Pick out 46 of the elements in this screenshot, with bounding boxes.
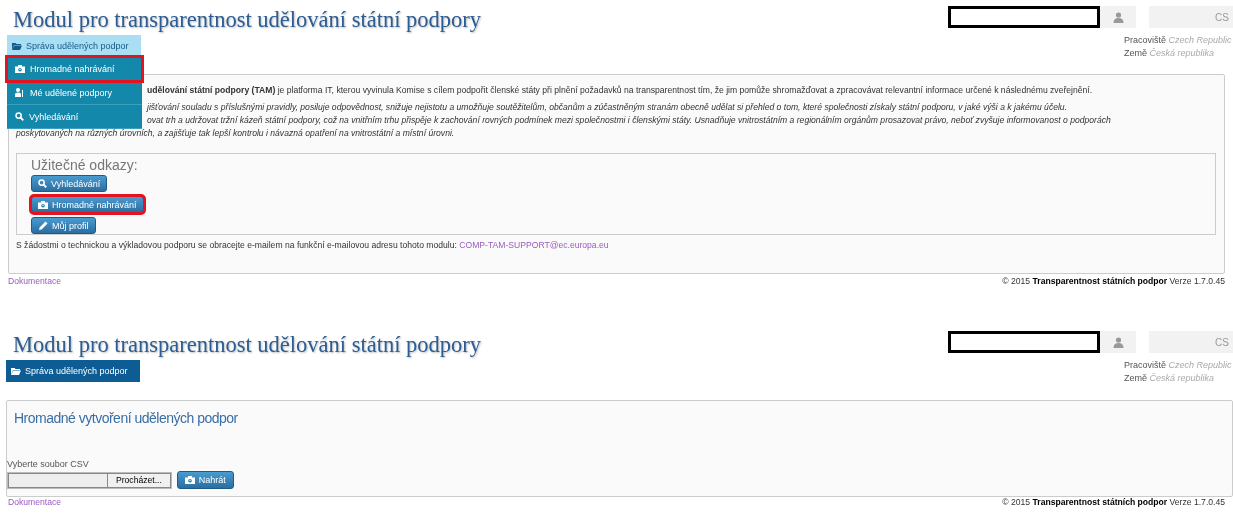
file-label: Vyberte soubor CSV [7, 459, 90, 469]
link-button[interactable]: Vyhledávání [31, 175, 108, 192]
user-box[interactable] [948, 6, 1136, 28]
documentation-link[interactable]: Dokumentace [8, 276, 62, 286]
file-input[interactable]: Procházet... [7, 471, 172, 489]
form-title: Hromadné vytvoření udělených podpor [14, 410, 239, 426]
link-button[interactable]: Hromadné nahrávání [31, 196, 144, 213]
user-box[interactable] [948, 331, 1136, 353]
useful-links-title: Užitečné odkazy: [31, 157, 139, 173]
copyright-text: © 2015 Transparentnost státních podpor Verze 1.7.0.45 [1002, 276, 1225, 286]
intro-text: udělování státní podpory (TAM) je platforma IT, kterou vyvinula Komise s cílem podpořit členské státy při plnění požadavků na transparentnost tím, že jim pomůže shromažďovat a zpracovávat relevantní informace určené k následnému zveřejnění. [147, 84, 1094, 97]
support-email-link[interactable]: COMP-TAM-SUPPORT@ec.europa.eu [459, 240, 609, 250]
person-icon [15, 88, 25, 97]
support-text: S žádostmi o technickou a výkladovou podporu se obracejte e-mailem na funkční e-mailovou adresu tohoto modulu: [16, 240, 457, 250]
country-label: Země [1124, 373, 1147, 383]
workplace-value: Czech Republic [1168, 35, 1232, 45]
page-title: Modul pro transparentnost udělování státní podpory [13, 6, 482, 34]
country-value: Česká republika [1149, 48, 1215, 58]
copyright-text: © 2015 Transparentnost státních podpor Verze 1.7.0.45 [1002, 497, 1225, 507]
workplace-label: Pracoviště [1124, 360, 1167, 370]
language-selector[interactable]: CS [1149, 331, 1233, 353]
pencil-icon [38, 220, 48, 231]
search-icon [38, 179, 47, 188]
intro-text: jišťování souladu s příslušnými pravidly, posiluje odpovědnost, snižuje nejistotu a umožňuje soutěžitelům, občanům a zúčastněným stranám obecně udělat si přehled o tom, které společnosti získaly státní podporu, v jaké výši a k jakému účelu. [147, 101, 1069, 114]
folder-icon [12, 42, 22, 50]
menu-button[interactable]: Správa udělených podpor [7, 35, 141, 57]
user-icon [1112, 336, 1124, 348]
workplace-label: Pracoviště [1124, 35, 1167, 45]
intro-text: ovat trh a udržovat tržní kázeň státní podpory, což na vnitřním trhu přispěje k zachování rovných podmínek mezi společnostmi i členskými státy. Usnadňuje vnitrostátním a regionálním orgánům prosazovat právo, neboť zvyšuje informovanost o podporách [147, 114, 1112, 127]
upload-icon [15, 64, 25, 73]
intro-text: poskytovaných na různých úrovních, a zajišťuje tak lepší kontrolu i návazná opatření na vnitrostátní a místní úrovni. [15, 127, 456, 140]
upload-icon [184, 476, 195, 484]
workplace-value: Czech Republic [1168, 360, 1232, 370]
page-title: Modul pro transparentnost udělování státní podpory [13, 331, 482, 359]
menu-item[interactable]: Hromadné nahrávání [7, 57, 142, 81]
documentation-link[interactable]: Dokumentace [8, 497, 62, 507]
language-selector[interactable]: CS [1149, 6, 1233, 28]
country-value: Česká republika [1149, 373, 1215, 383]
upload-icon [38, 200, 48, 209]
folder-icon [11, 367, 21, 375]
link-button[interactable]: Můj profil [31, 217, 96, 234]
country-label: Země [1124, 48, 1147, 58]
user-icon [1112, 11, 1124, 23]
menu-button[interactable]: Správa udělených podpor [6, 360, 140, 382]
search-icon [15, 112, 24, 121]
upload-button[interactable]: Nahrát [176, 471, 234, 489]
